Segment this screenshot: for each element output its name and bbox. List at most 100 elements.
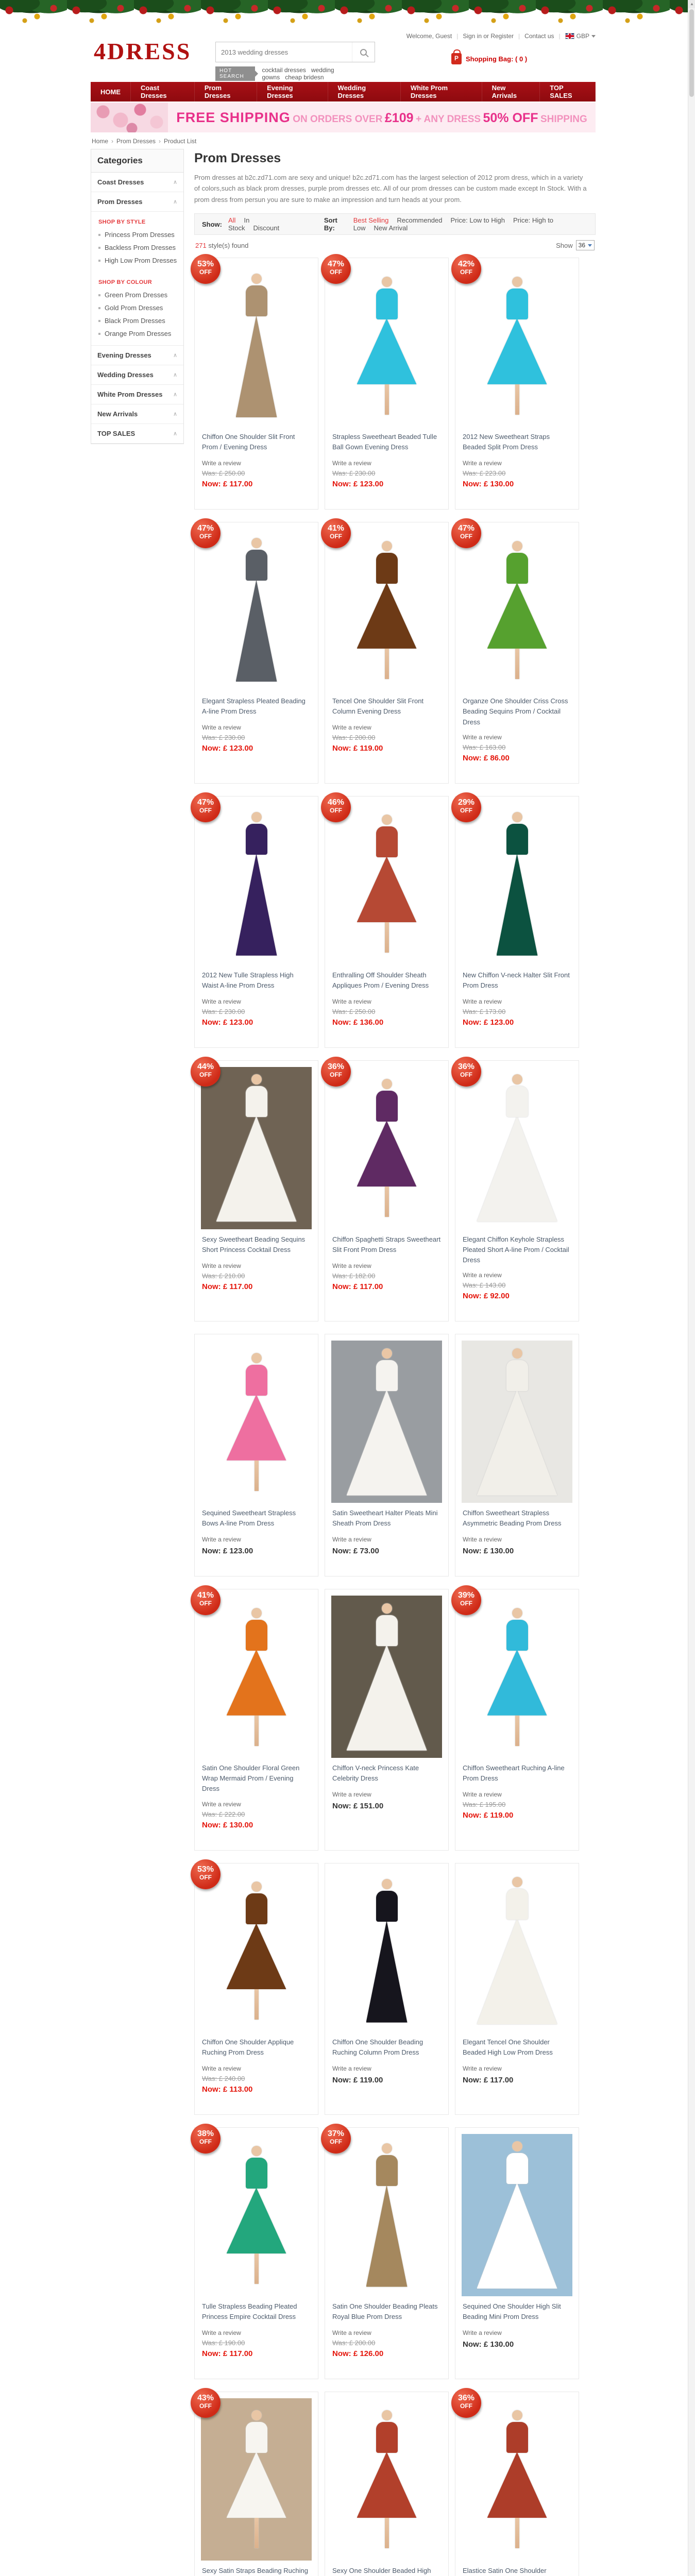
breadcrumb-link[interactable]: Prom Dresses <box>116 138 156 145</box>
product-image[interactable] <box>462 2134 572 2296</box>
product-title[interactable]: Satin Sweetheart Halter Pleats Mini Shea… <box>332 1508 441 1530</box>
product-title[interactable]: Chiffon One Shoulder Beading Ruching Col… <box>332 2037 441 2059</box>
product-title[interactable]: 2012 New Tulle Strapless High Waist A-li… <box>202 970 311 992</box>
nav-item[interactable]: Prom Dresses <box>195 82 257 101</box>
product-image[interactable] <box>201 264 312 427</box>
product-image[interactable] <box>201 529 312 691</box>
nav-item[interactable]: HOME <box>91 82 131 101</box>
product-title[interactable]: Chiffon V-neck Princess Kate Celebrity D… <box>332 1763 441 1785</box>
write-review-link[interactable]: Write a review <box>332 1262 371 1269</box>
product-title[interactable]: Chiffon One Shoulder Slit Front Prom / E… <box>202 432 311 453</box>
product-title[interactable]: Elegant Tencel One Shoulder Beaded High … <box>463 2037 571 2059</box>
write-review-link[interactable]: Write a review <box>463 2065 502 2072</box>
product-image[interactable] <box>462 1341 572 1503</box>
product-title[interactable]: Chiffon Sweetheart Ruching A-line Prom D… <box>463 1763 571 1785</box>
write-review-link[interactable]: Write a review <box>463 734 502 741</box>
product-image[interactable] <box>201 1596 312 1758</box>
product-title[interactable]: Chiffon Sweetheart Strapless Asymmetric … <box>463 1508 571 1530</box>
product-title[interactable]: Elegant Chiffon Keyhole Strapless Pleate… <box>463 1234 571 1265</box>
write-review-link[interactable]: Write a review <box>202 1536 241 1543</box>
product-title[interactable]: Satin One Shoulder Beading Pleats Royal … <box>332 2301 441 2323</box>
product-image[interactable] <box>331 803 442 965</box>
sidebar-subcategory[interactable]: Black Prom Dresses <box>98 314 177 327</box>
chevron-up-icon[interactable]: ∧ <box>173 371 177 378</box>
product-title[interactable]: Sexy One Shoulder Beaded High Slit A-lin… <box>332 2566 441 2576</box>
write-review-link[interactable]: Write a review <box>463 2329 502 2336</box>
product-image[interactable] <box>462 1596 572 1758</box>
product-image[interactable] <box>201 1870 312 2032</box>
product-image[interactable] <box>462 1067 572 1229</box>
product-title[interactable]: Sexy Sweetheart Beading Sequins Short Pr… <box>202 1234 311 1256</box>
product-image[interactable] <box>201 2134 312 2296</box>
nav-item[interactable]: Coast Dresses <box>131 82 195 101</box>
chevron-up-icon[interactable]: ∧ <box>173 391 177 398</box>
sidebar-category[interactable]: TOP SALES ∧ <box>91 424 183 444</box>
product-image[interactable] <box>331 529 442 691</box>
product-title[interactable]: Tencel One Shoulder Slit Front Column Ev… <box>332 696 441 718</box>
shopping-bag[interactable]: Shopping Bag: ( 0 ) <box>451 53 527 64</box>
product-title[interactable]: Enthralling Off Shoulder Sheath Applique… <box>332 970 441 992</box>
product-image[interactable] <box>331 264 442 427</box>
product-image[interactable] <box>462 529 572 691</box>
sidebar-subcategory[interactable]: Orange Prom Dresses <box>98 327 177 340</box>
product-title[interactable]: Elastice Satin One Shoulder Beaded Split… <box>463 2566 571 2576</box>
sidebar-subcategory[interactable]: Gold Prom Dresses <box>98 301 177 314</box>
breadcrumb-link[interactable]: Home <box>92 138 108 145</box>
product-title[interactable]: New Chiffon V-neck Halter Slit Front Pro… <box>463 970 571 992</box>
nav-item[interactable]: TOP SALES <box>540 82 596 101</box>
write-review-link[interactable]: Write a review <box>202 724 241 731</box>
write-review-link[interactable]: Write a review <box>332 1536 371 1543</box>
chevron-up-icon[interactable]: ∧ <box>173 352 177 359</box>
sidebar-subcategory[interactable]: Green Prom Dresses <box>98 289 177 301</box>
write-review-link[interactable]: Write a review <box>332 2065 371 2072</box>
write-review-link[interactable]: Write a review <box>202 460 241 467</box>
sidebar-subcategory[interactable]: High Low Prom Dresses <box>98 254 177 267</box>
nav-item[interactable]: Evening Dresses <box>257 82 328 101</box>
write-review-link[interactable]: Write a review <box>332 724 371 731</box>
product-image[interactable] <box>331 1870 442 2032</box>
write-review-link[interactable]: Write a review <box>332 460 371 467</box>
write-review-link[interactable]: Write a review <box>463 1536 502 1543</box>
product-image[interactable] <box>331 1341 442 1503</box>
signin-link[interactable]: Sign in or Register <box>463 32 514 40</box>
write-review-link[interactable]: Write a review <box>463 1791 502 1798</box>
write-review-link[interactable]: Write a review <box>463 460 502 467</box>
filter-sort-option[interactable]: Recommended <box>397 216 442 224</box>
product-image[interactable] <box>462 803 572 965</box>
product-image[interactable] <box>201 1341 312 1503</box>
product-title[interactable]: Sexy Satin Straps Beading Ruching A-line… <box>202 2566 311 2576</box>
filter-show-option[interactable]: All <box>228 216 235 224</box>
sidebar-category[interactable]: Prom Dresses ∧ <box>91 192 183 212</box>
currency-selector[interactable]: GBP <box>577 32 589 40</box>
product-title[interactable]: Sequined One Shoulder High Slit Beading … <box>463 2301 571 2323</box>
product-title[interactable]: Tulle Strapless Beading Pleated Princess… <box>202 2301 311 2323</box>
sidebar-category[interactable]: Wedding Dresses ∧ <box>91 365 183 385</box>
write-review-link[interactable]: Write a review <box>463 998 502 1005</box>
write-review-link[interactable]: Write a review <box>202 998 241 1005</box>
hot-search-link[interactable]: cheap bridesn <box>285 74 324 81</box>
promo-banner[interactable]: FREE SHIPPING ON ORDERS OVER £109 + ANY … <box>91 103 596 132</box>
scrollbar[interactable]: ▲ ▼ <box>688 0 695 2576</box>
filter-show-option[interactable]: Discount <box>253 224 280 232</box>
product-title[interactable]: Strapless Sweetheart Beaded Tulle Ball G… <box>332 432 441 453</box>
product-image[interactable] <box>331 1067 442 1229</box>
filter-sort-option[interactable]: New Arrival <box>374 224 408 232</box>
sidebar-subcategory[interactable]: Backless Prom Dresses <box>98 241 177 254</box>
product-title[interactable]: Chiffon One Shoulder Applique Ruching Pr… <box>202 2037 311 2059</box>
chevron-up-icon[interactable]: ∧ <box>173 411 177 417</box>
product-title[interactable]: 2012 New Sweetheart Straps Beaded Split … <box>463 432 571 453</box>
contact-link[interactable]: Contact us <box>524 32 554 40</box>
write-review-link[interactable]: Write a review <box>463 1272 502 1279</box>
sidebar-category[interactable]: White Prom Dresses ∧ <box>91 385 183 404</box>
sidebar-category[interactable]: New Arrivals ∧ <box>91 404 183 424</box>
nav-item[interactable]: White Prom Dresses <box>401 82 482 101</box>
breadcrumb-link[interactable]: Product List <box>164 138 196 145</box>
product-title[interactable]: Chiffon Spaghetti Straps Sweetheart Slit… <box>332 1234 441 1256</box>
product-image[interactable] <box>331 2398 442 2561</box>
filter-sort-option[interactable]: Price: Low to High <box>451 216 505 224</box>
product-title[interactable]: Sequined Sweetheart Strapless Bows A-lin… <box>202 1508 311 1530</box>
product-image[interactable] <box>462 264 572 427</box>
write-review-link[interactable]: Write a review <box>332 998 371 1005</box>
search-button[interactable] <box>352 42 375 62</box>
search-input[interactable] <box>216 42 352 62</box>
